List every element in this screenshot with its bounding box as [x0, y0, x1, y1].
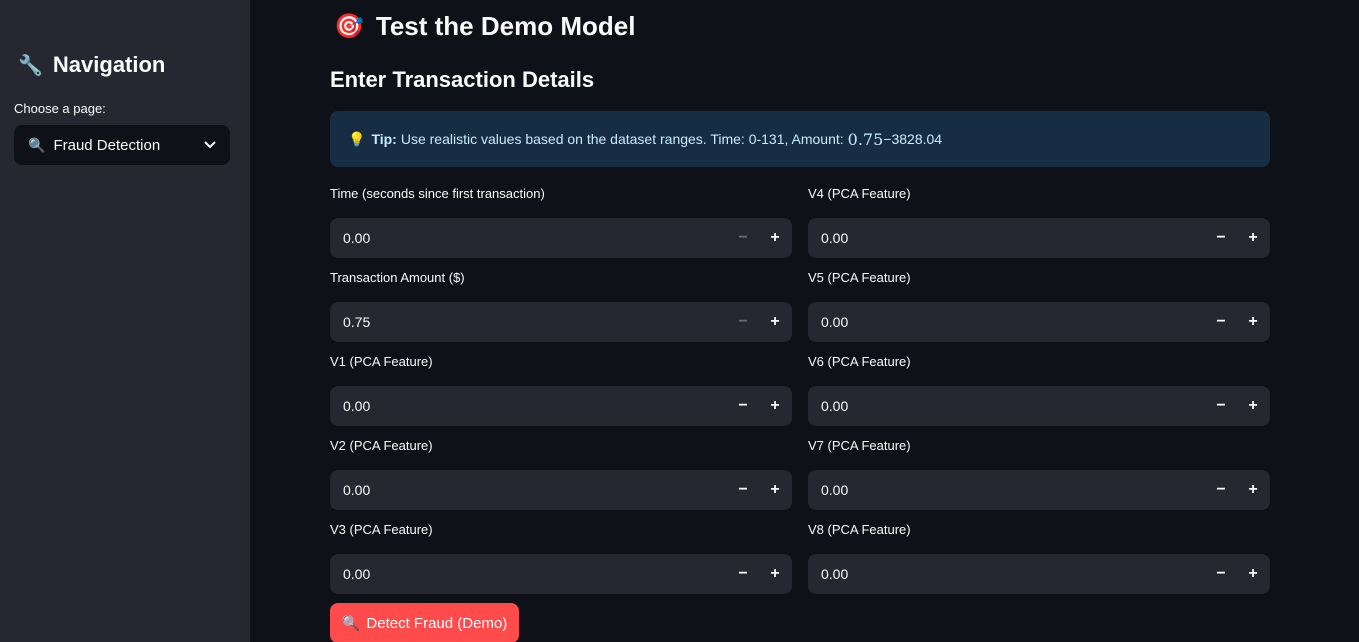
page-select-value: Fraud Detection: [53, 136, 161, 154]
lightbulb-icon: 💡: [348, 130, 366, 147]
decrement-button[interactable]: −: [1205, 554, 1237, 594]
tip-text: Use realistic values based on the datase…: [400, 131, 844, 147]
number-input[interactable]: [330, 386, 727, 426]
number-field-label: V5 (PCA Feature): [808, 270, 911, 285]
number-input[interactable]: [808, 470, 1205, 510]
number-input[interactable]: [808, 302, 1205, 342]
number-field: V8 (PCA Feature) −+: [808, 522, 1270, 594]
number-input-wrapper: −+: [330, 218, 792, 258]
app: 🔧 Navigation Choose a page: 🔍 Fraud Dete…: [0, 0, 1359, 642]
increment-button[interactable]: +: [759, 302, 791, 342]
number-input[interactable]: [330, 218, 727, 258]
detect-fraud-button[interactable]: 🔍 Detect Fraud (Demo): [330, 603, 519, 642]
number-field-label: V3 (PCA Feature): [330, 522, 433, 537]
number-input-wrapper: −+: [330, 386, 792, 426]
number-input-wrapper: −+: [808, 554, 1270, 594]
sidebar-title-text: Navigation: [52, 52, 166, 77]
increment-button[interactable]: +: [759, 554, 791, 594]
decrement-button[interactable]: −: [1205, 302, 1237, 342]
increment-button[interactable]: +: [1237, 470, 1269, 510]
number-field: Time (seconds since first transaction) −+: [330, 186, 792, 258]
number-input-wrapper: −+: [330, 302, 792, 342]
chevron-down-icon[interactable]: [204, 138, 216, 152]
number-field-label: V7 (PCA Feature): [808, 438, 911, 453]
number-input[interactable]: [330, 302, 727, 342]
number-field: V2 (PCA Feature) −+: [330, 438, 792, 510]
page-title: 🎯 Test the Demo Model: [334, 11, 635, 42]
decrement-button[interactable]: −: [727, 470, 759, 510]
number-field: V7 (PCA Feature) −+: [808, 438, 1270, 510]
number-field-label: Transaction Amount ($): [330, 270, 465, 285]
detect-fraud-button-label: Detect Fraud (Demo): [366, 614, 508, 632]
number-field-label: V2 (PCA Feature): [330, 438, 433, 453]
target-icon: 🎯: [334, 13, 364, 40]
increment-button[interactable]: +: [1237, 302, 1269, 342]
number-field-label: Time (seconds since first transaction): [330, 186, 545, 201]
decrement-button[interactable]: −: [727, 218, 759, 258]
number-field: V1 (PCA Feature) −+: [330, 354, 792, 426]
tip-range-tail: −3828.04: [883, 131, 943, 147]
decrement-button[interactable]: −: [727, 554, 759, 594]
tip-box: 💡 Tip: Use realistic values based on the…: [330, 111, 1270, 167]
number-field: V3 (PCA Feature) −+: [330, 522, 792, 594]
page-select[interactable]: 🔍 Fraud Detection: [14, 125, 230, 165]
page-select-label: Choose a page:: [14, 101, 106, 116]
increment-button[interactable]: +: [759, 470, 791, 510]
number-input-wrapper: −+: [808, 218, 1270, 258]
decrement-button[interactable]: −: [727, 386, 759, 426]
number-field-label: V6 (PCA Feature): [808, 354, 911, 369]
number-input[interactable]: [808, 386, 1205, 426]
number-input[interactable]: [808, 554, 1205, 594]
number-field-label: V4 (PCA Feature): [808, 186, 911, 201]
number-input-wrapper: −+: [808, 386, 1270, 426]
decrement-button[interactable]: −: [727, 302, 759, 342]
tip-math-value: 0.75: [847, 129, 884, 149]
section-subheader: Enter Transaction Details: [330, 67, 595, 92]
number-input-wrapper: −+: [808, 470, 1270, 510]
increment-button[interactable]: +: [759, 218, 791, 258]
number-field: V6 (PCA Feature) −+: [808, 354, 1270, 426]
number-field: V5 (PCA Feature) −+: [808, 270, 1270, 342]
page-title-text: Test the Demo Model: [375, 11, 636, 41]
increment-button[interactable]: +: [759, 386, 791, 426]
number-field-label: V1 (PCA Feature): [330, 354, 433, 369]
number-input[interactable]: [808, 218, 1205, 258]
number-input[interactable]: [330, 470, 727, 510]
sidebar: 🔧 Navigation Choose a page: 🔍 Fraud Dete…: [0, 0, 250, 642]
decrement-button[interactable]: −: [1205, 218, 1237, 258]
decrement-button[interactable]: −: [1205, 470, 1237, 510]
magnifier-icon: 🔍: [28, 136, 46, 153]
increment-button[interactable]: +: [1237, 386, 1269, 426]
number-field: V4 (PCA Feature) −+: [808, 186, 1270, 258]
number-input-wrapper: −+: [330, 554, 792, 594]
decrement-button[interactable]: −: [1205, 386, 1237, 426]
number-field: Transaction Amount ($) −+: [330, 270, 792, 342]
sidebar-title: 🔧 Navigation: [18, 52, 165, 78]
increment-button[interactable]: +: [1237, 554, 1269, 594]
tip-label: Tip:: [371, 131, 397, 147]
increment-button[interactable]: +: [1237, 218, 1269, 258]
number-input-wrapper: −+: [330, 470, 792, 510]
number-input-wrapper: −+: [808, 302, 1270, 342]
number-input[interactable]: [330, 554, 727, 594]
magnifier-icon: 🔍: [341, 615, 361, 632]
number-field-label: V8 (PCA Feature): [808, 522, 911, 537]
wrench-icon: 🔧: [18, 54, 43, 77]
